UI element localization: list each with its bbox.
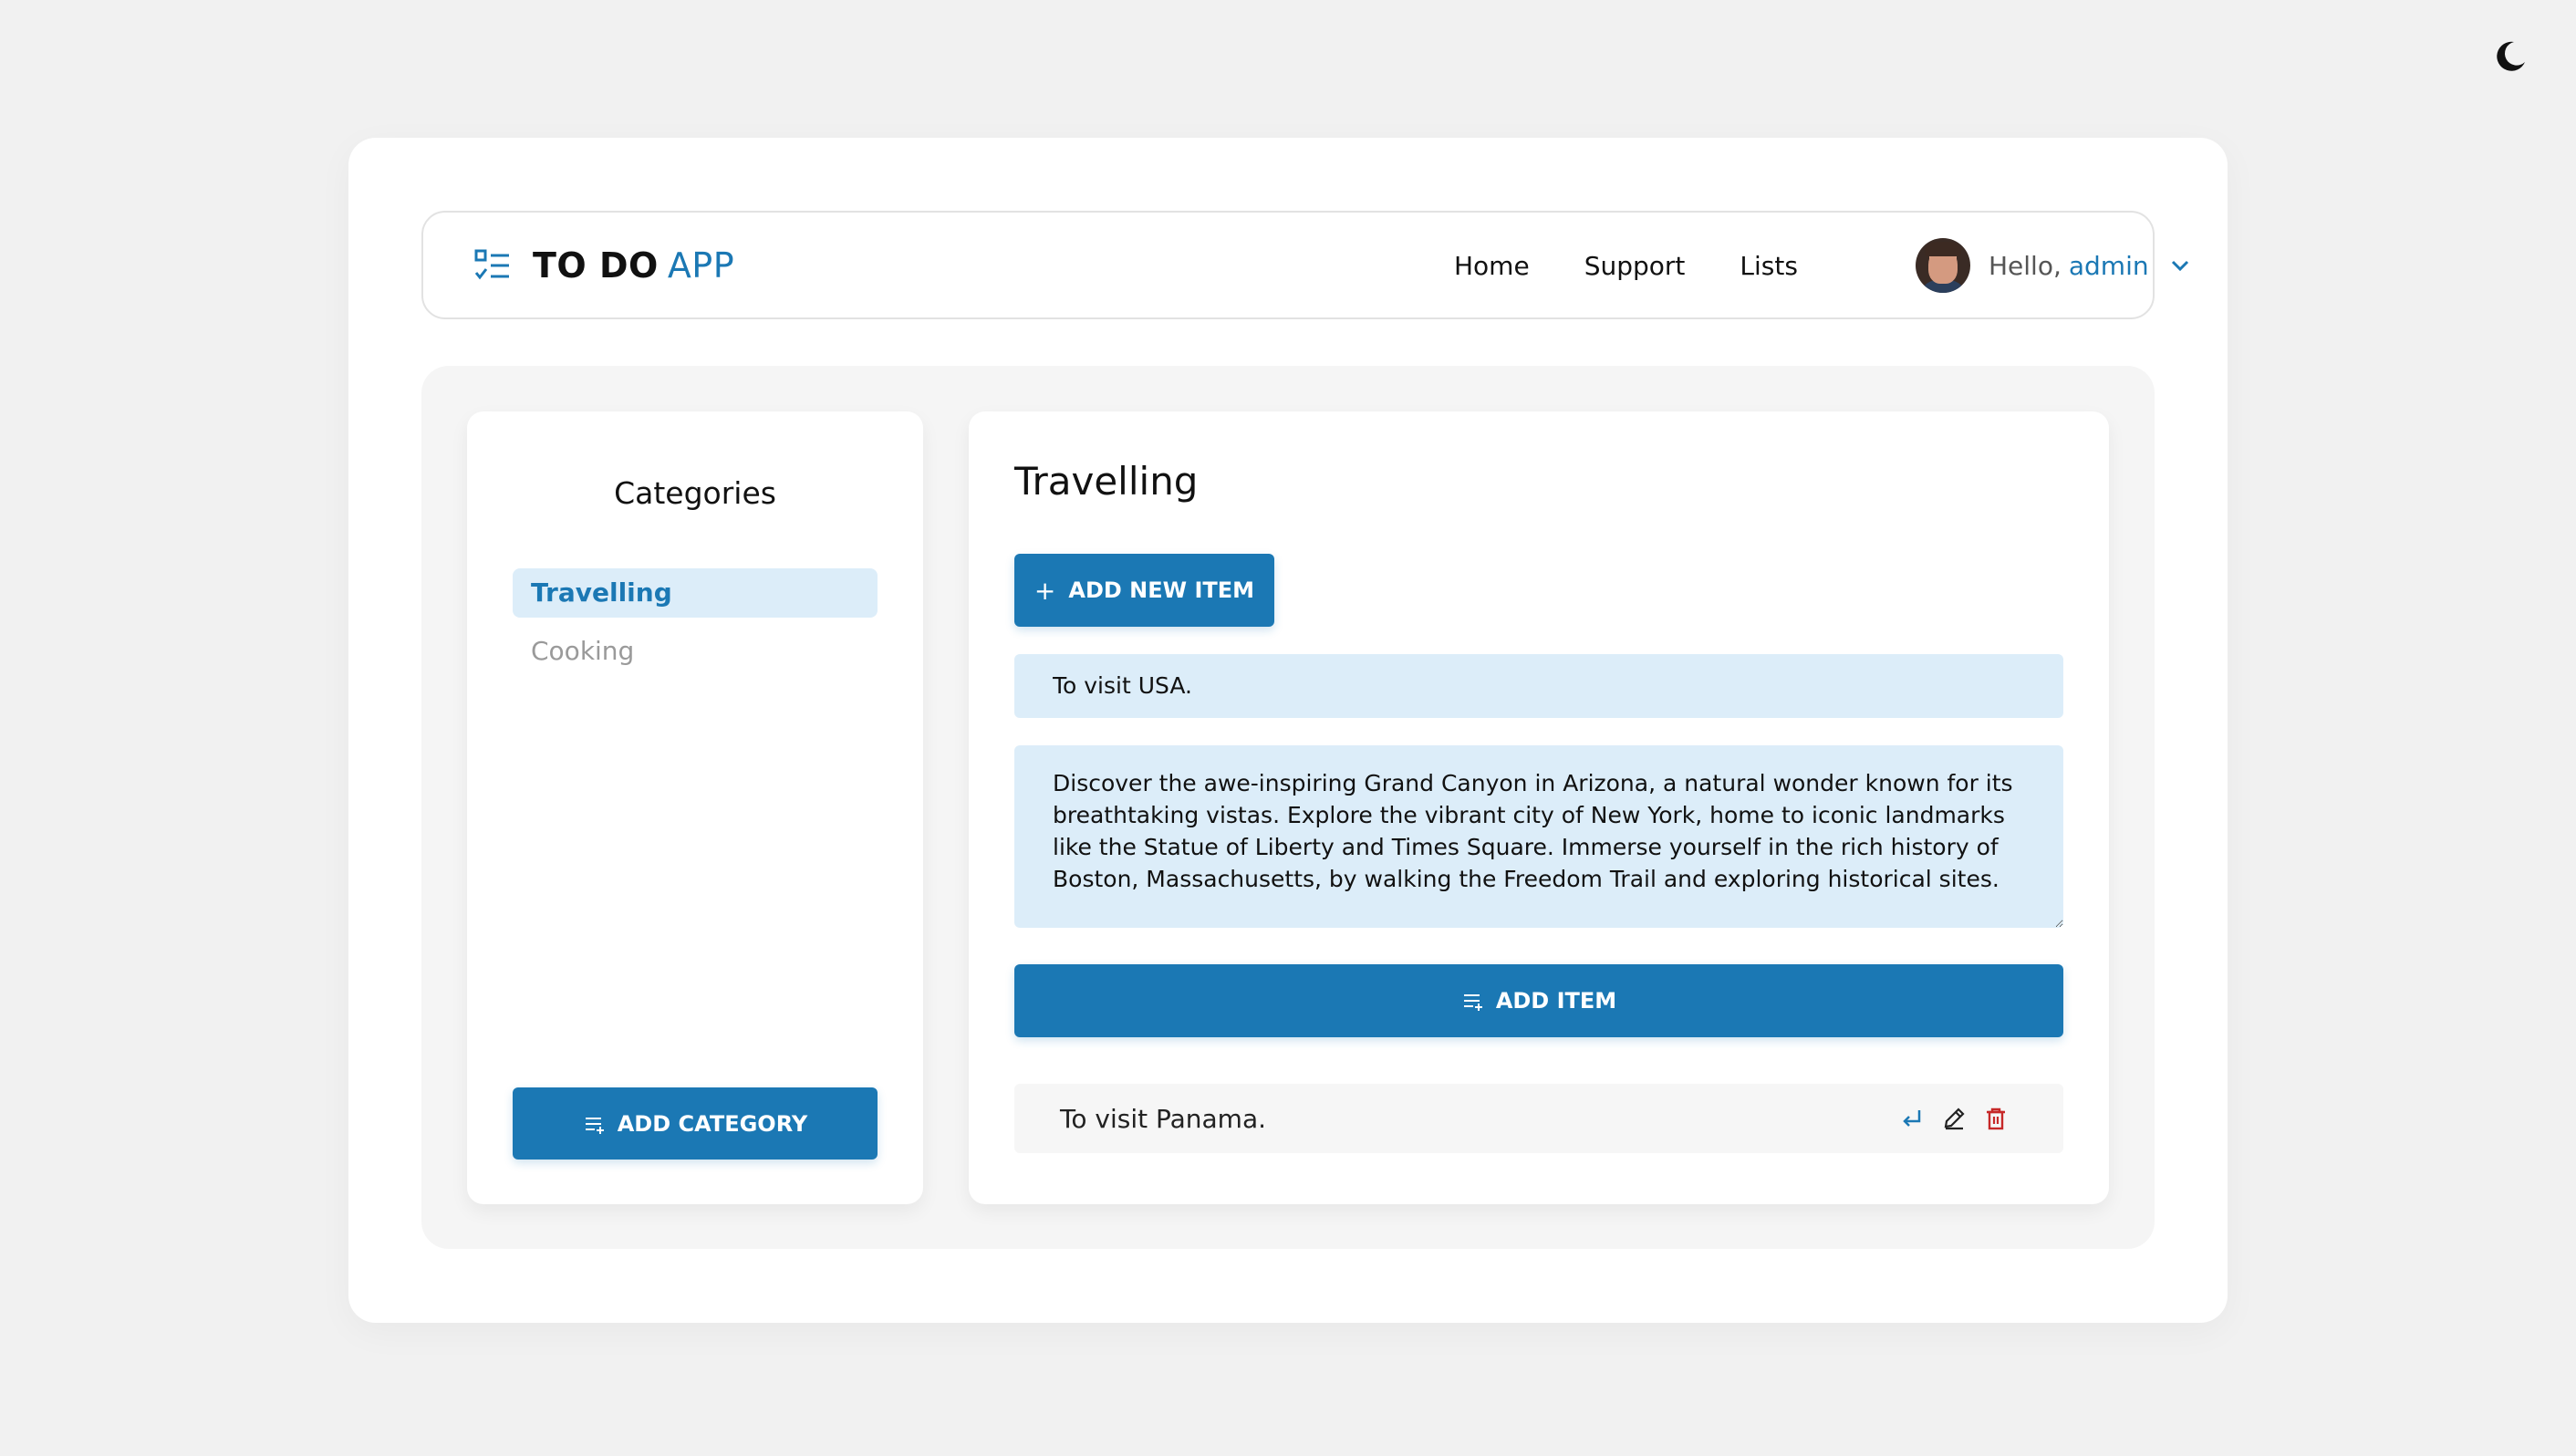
brand-name: TO DO (533, 245, 659, 286)
app-card: TO DO APP Home Support Lists Hello, admin… (348, 138, 2228, 1323)
add-new-item-button[interactable]: + ADD NEW ITEM (1014, 554, 1274, 627)
brand-suffix: APP (667, 245, 735, 286)
add-new-item-label: ADD NEW ITEM (1068, 577, 1255, 603)
plus-icon: + (1034, 575, 1056, 606)
sidebar-title: Categories (614, 475, 776, 511)
pencil-icon[interactable] (1941, 1106, 1967, 1131)
item-description-textarea[interactable]: Discover the awe-inspiring Grand Canyon … (1014, 745, 2063, 928)
nav-support[interactable]: Support (1584, 251, 1686, 281)
add-category-button[interactable]: ADD CATEGORY (513, 1087, 878, 1160)
nav-links: Home Support Lists (1454, 251, 1853, 281)
list-add-icon (585, 1117, 604, 1134)
workspace: Categories Travelling Cooking ADD CATEGO… (421, 366, 2155, 1249)
user-menu[interactable]: Hello, admin (1916, 238, 2193, 293)
item-title-input[interactable] (1014, 654, 2063, 718)
nav-home[interactable]: Home (1454, 251, 1530, 281)
chevron-down-icon (2171, 260, 2188, 272)
list-item-text: To visit Panama. (1060, 1104, 1266, 1134)
category-list: Travelling Cooking (513, 568, 878, 685)
navbar: TO DO APP Home Support Lists Hello, admin (421, 211, 2188, 319)
add-item-button[interactable]: ADD ITEM (1014, 964, 2063, 1037)
brand[interactable]: TO DO APP (474, 245, 734, 286)
return-icon[interactable] (1899, 1106, 1925, 1131)
moon-icon (2497, 41, 2525, 71)
trash-icon[interactable] (1983, 1106, 2009, 1131)
nav-lists[interactable]: Lists (1740, 251, 1798, 281)
category-item-travelling[interactable]: Travelling (513, 568, 878, 618)
add-item-label: ADD ITEM (1495, 988, 1617, 1014)
panel-title: Travelling (1014, 459, 1199, 504)
avatar (1916, 238, 1970, 293)
checklist-icon (474, 249, 509, 280)
list-item: To visit Panama. (1014, 1084, 2063, 1153)
category-item-cooking[interactable]: Cooking (513, 627, 878, 676)
greeting: Hello, (1989, 250, 2062, 281)
list-add-icon (1463, 994, 1482, 1011)
item-actions (1883, 1106, 2009, 1131)
category-detail-panel: Travelling + ADD NEW ITEM Discover the a… (969, 411, 2109, 1204)
categories-sidebar: Categories Travelling Cooking ADD CATEGO… (467, 411, 923, 1204)
username: admin (2068, 250, 2149, 281)
theme-toggle-button[interactable] (2492, 38, 2529, 75)
add-category-label: ADD CATEGORY (617, 1110, 808, 1137)
